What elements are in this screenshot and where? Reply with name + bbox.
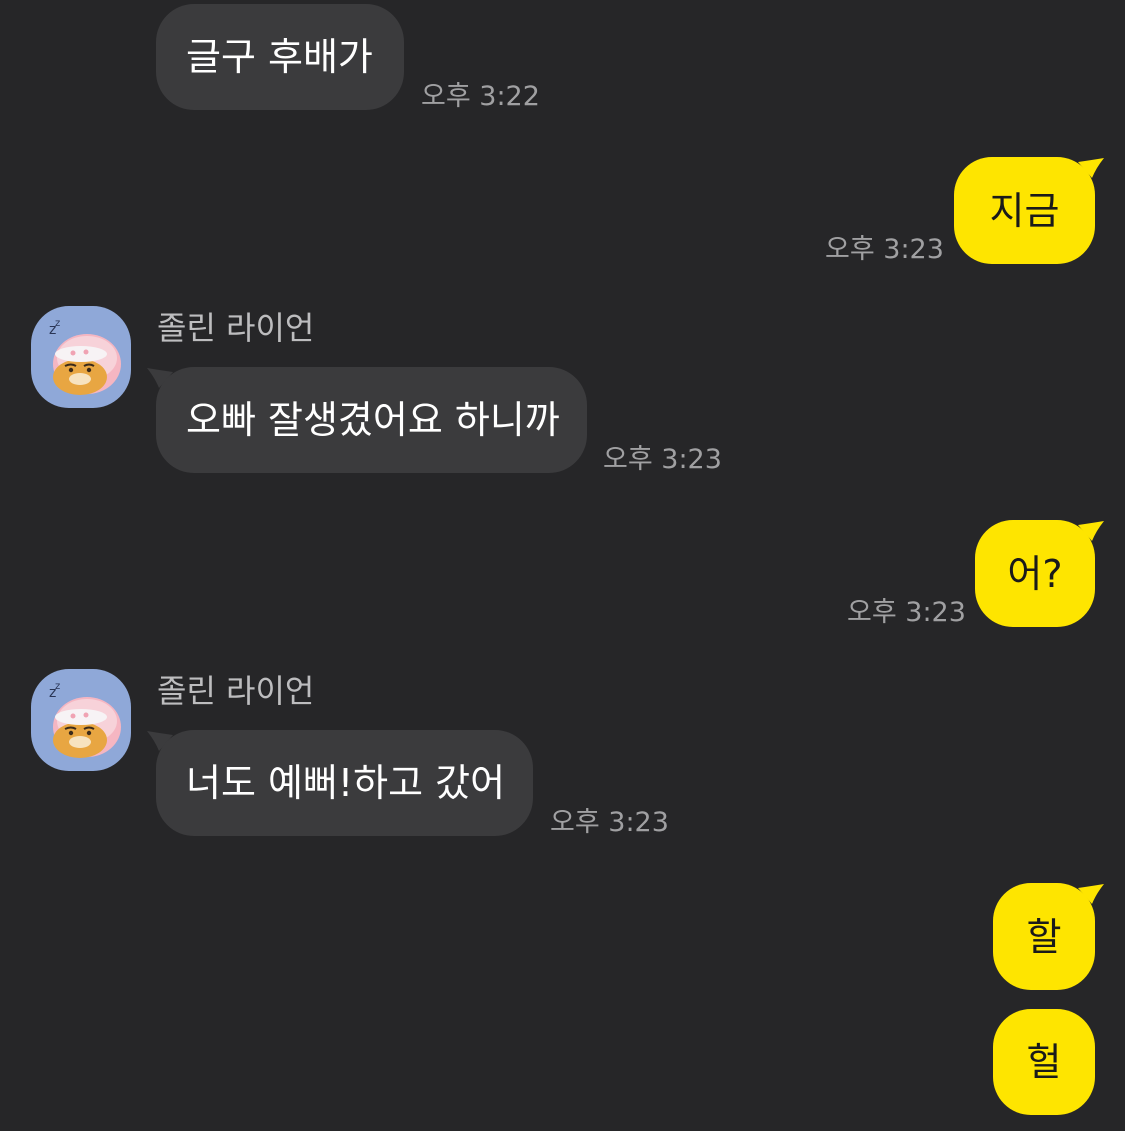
- sleepy-ryan-avatar-icon: z z: [49, 318, 121, 395]
- message-text: 어?: [1007, 551, 1063, 596]
- message-text: 할: [1026, 914, 1062, 959]
- sender-avatar[interactable]: z z: [31, 306, 131, 408]
- incoming-message-bubble[interactable]: 너도 예뻐!하고 갔어: [156, 730, 533, 836]
- message-time: 오후 3:22: [421, 81, 540, 112]
- message-time: 오후 3:23: [825, 234, 944, 265]
- sleepy-ryan-avatar-icon: z z: [49, 681, 121, 758]
- message-time: 오후 3:23: [550, 807, 669, 838]
- message-text: 지금: [989, 188, 1060, 233]
- sender-name: 졸린 라이언: [157, 672, 315, 710]
- message-text: 글구 후배가: [186, 35, 373, 79]
- outgoing-message-bubble[interactable]: 헐: [993, 1009, 1095, 1115]
- svg-text:z: z: [55, 318, 60, 329]
- sender-name: 졸린 라이언: [157, 309, 315, 347]
- message-text: 오빠 잘생겼어요 하니까: [186, 398, 560, 442]
- message-time: 오후 3:23: [603, 444, 722, 475]
- outgoing-message-bubble[interactable]: 할: [993, 883, 1095, 990]
- svg-text:z: z: [55, 681, 60, 692]
- incoming-message-bubble[interactable]: 글구 후배가: [156, 4, 404, 110]
- outgoing-message-bubble[interactable]: 어?: [975, 520, 1095, 627]
- message-text: 헐: [1026, 1040, 1062, 1084]
- message-text: 너도 예뻐!하고 갔어: [186, 761, 506, 805]
- message-time: 오후 3:23: [847, 597, 966, 628]
- outgoing-message-bubble[interactable]: 지금: [954, 157, 1095, 264]
- incoming-message-bubble[interactable]: 오빠 잘생겼어요 하니까: [156, 367, 587, 473]
- sender-avatar[interactable]: z z: [31, 669, 131, 771]
